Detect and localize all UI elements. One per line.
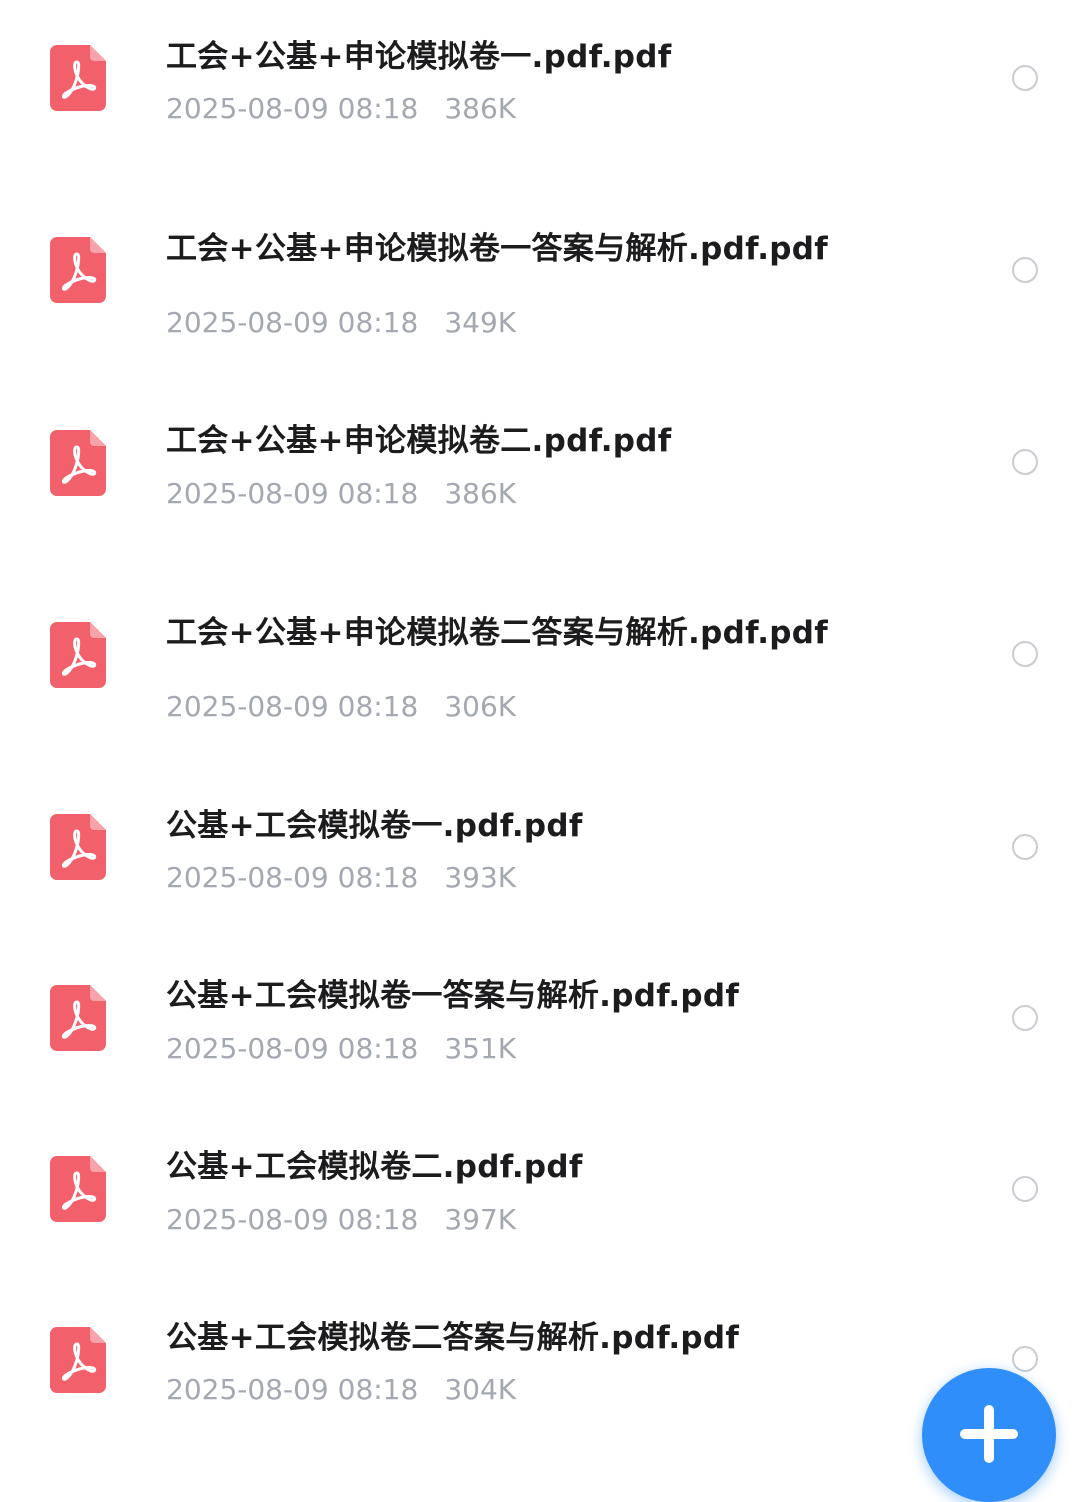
select-radio[interactable] [1012,65,1038,91]
file-name: 公基+工会模拟卷一答案与解析.pdf.pdf [166,978,740,1014]
file-name: 工会+公基+申论模拟卷一.pdf.pdf [166,39,672,75]
file-name: 公基+工会模拟卷二答案与解析.pdf.pdf [166,1320,740,1356]
file-name: 工会+公基+申论模拟卷二.pdf.pdf [166,423,672,459]
file-name: 公基+工会模拟卷一.pdf.pdf [166,808,583,844]
file-date: 2025-08-09 08:18 [166,477,419,510]
file-date: 2025-08-09 08:18 [166,306,419,339]
file-size: 304K [444,1373,517,1406]
select-radio[interactable] [1012,449,1038,475]
file-date: 2025-08-09 08:18 [166,1032,419,1065]
select-radio[interactable] [1012,834,1038,860]
pdf-icon [50,814,106,880]
file-size: 349K [444,306,517,339]
file-meta: 2025-08-09 08:18 304K [166,1372,516,1408]
file-size: 397K [444,1203,517,1236]
select-radio[interactable] [1012,1176,1038,1202]
pdf-icon [50,237,106,303]
file-name: 工会+公基+申论模拟卷二答案与解析.pdf.pdf [166,615,829,651]
file-size: 386K [444,477,517,510]
file-date: 2025-08-09 08:18 [166,690,419,723]
pdf-icon [50,45,106,111]
pdf-icon [50,985,106,1051]
file-meta: 2025-08-09 08:18 349K [166,305,516,341]
plus-icon [984,1405,994,1463]
file-meta: 2025-08-09 08:18 306K [166,689,516,725]
file-name: 公基+工会模拟卷二.pdf.pdf [166,1149,583,1185]
pdf-icon [50,430,106,496]
pdf-icon [50,622,106,688]
select-radio[interactable] [1012,257,1038,283]
file-name: 工会+公基+申论模拟卷一答案与解析.pdf.pdf [166,231,829,267]
file-date: 2025-08-09 08:18 [166,861,419,894]
file-meta: 2025-08-09 08:18 351K [166,1031,516,1067]
file-meta: 2025-08-09 08:18 393K [166,860,516,896]
file-size: 306K [444,690,517,723]
file-meta: 2025-08-09 08:18 386K [166,91,516,127]
file-size: 351K [444,1032,517,1065]
select-radio[interactable] [1012,641,1038,667]
file-date: 2025-08-09 08:18 [166,92,419,125]
pdf-icon [50,1327,106,1393]
file-size: 386K [444,92,517,125]
pdf-icon [50,1156,106,1222]
file-meta: 2025-08-09 08:18 397K [166,1202,516,1238]
file-meta: 2025-08-09 08:18 386K [166,476,516,512]
file-date: 2025-08-09 08:18 [166,1373,419,1406]
file-size: 393K [444,861,517,894]
select-radio[interactable] [1012,1005,1038,1031]
select-radio[interactable] [1012,1346,1038,1372]
file-date: 2025-08-09 08:18 [166,1203,419,1236]
add-button[interactable] [922,1368,1056,1502]
